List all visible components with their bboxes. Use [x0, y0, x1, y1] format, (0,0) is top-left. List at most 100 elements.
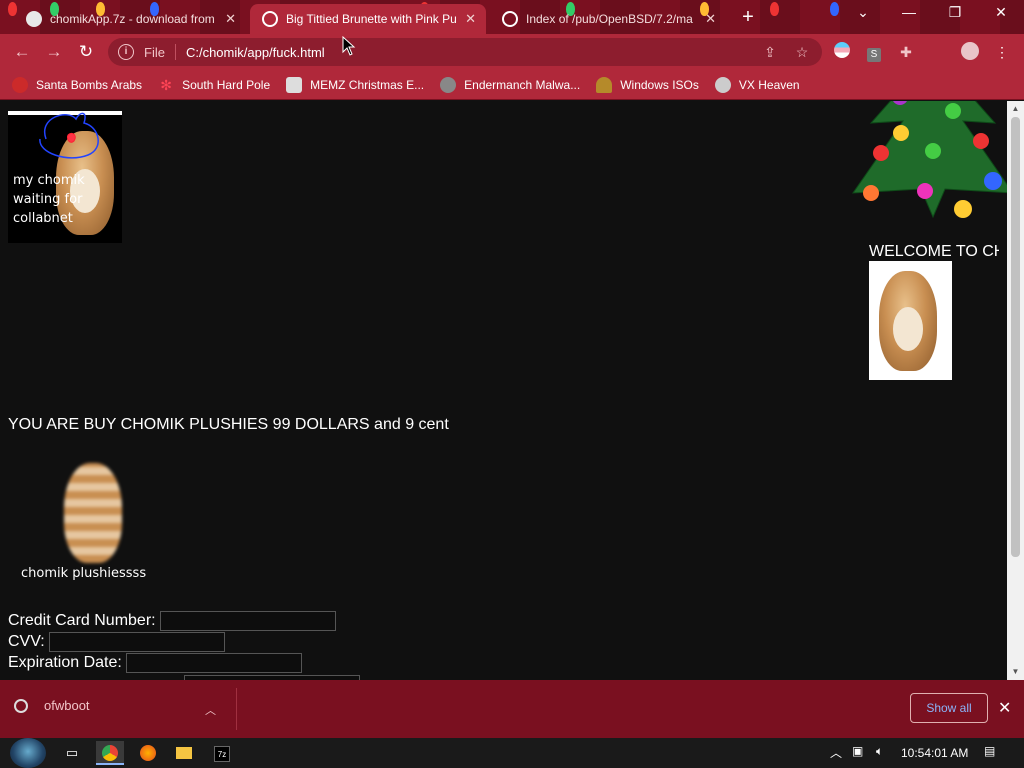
christmas-light-icon [830, 2, 839, 16]
expiration-input[interactable] [125, 653, 302, 673]
cvv-input[interactable] [48, 632, 225, 652]
extension-s-icon[interactable]: S [864, 42, 884, 62]
chomik-image: my chomik waiting for collabnet [8, 111, 122, 243]
firefox-taskbar-icon[interactable] [134, 741, 162, 765]
bookmark-label: VX Heaven [738, 77, 800, 92]
profile-avatar-icon[interactable] [960, 42, 980, 62]
expiration-row: Expiration Date: [8, 653, 302, 673]
screen: chomikApp.7z - download from ✕ Big Titti… [0, 0, 1024, 768]
bookmark-endermanch-malware[interactable]: Endermanch Malwa... [440, 76, 581, 93]
windows-taskbar: ▭ 7z ︿ ▣ 🔈︎ 10:54:01 AM ▤ [0, 738, 1024, 768]
close-tab-icon[interactable]: ✕ [705, 11, 716, 27]
plushie-caption: chomik plushiessss [21, 566, 147, 581]
menu-kebab-icon[interactable]: ⋮ [992, 42, 1012, 62]
chrome-taskbar-icon[interactable] [96, 741, 124, 765]
network-icon[interactable]: ▣ [852, 744, 863, 758]
welcome-text: WELCOME TO CH [869, 243, 999, 260]
bookmark-star-icon[interactable]: ☆ [792, 42, 812, 62]
santa-icon [12, 76, 28, 93]
hamster-photo [869, 261, 952, 380]
page-scrollbar[interactable]: ▲ ▼ [1007, 101, 1024, 680]
bookmark-memz-christmas[interactable]: MEMZ Christmas E... [286, 76, 425, 93]
file-scheme-label: File [144, 44, 165, 60]
expiration-label: Expiration Date: [8, 654, 122, 671]
snowflake-icon: ✻ [160, 76, 172, 93]
download-item[interactable]: ofwboot [14, 698, 90, 713]
bookmark-vx-heaven[interactable]: VX Heaven [714, 76, 800, 93]
info-icon[interactable]: i [118, 44, 134, 60]
bookmark-label: Windows ISOs [620, 77, 699, 92]
tab-openbsd[interactable]: Index of /pub/OpenBSD/7.2/ma ✕ [490, 4, 726, 34]
christmas-tree-image [852, 101, 1007, 219]
close-window-button[interactable]: ✕ [986, 4, 1016, 21]
extension-flag-icon[interactable] [832, 42, 852, 62]
back-button[interactable]: ← [10, 40, 34, 64]
tab-active-page[interactable]: Big Tittied Brunette with Pink Pus ✕ [250, 4, 486, 34]
tab-strip: chomikApp.7z - download from ✕ Big Titti… [0, 0, 1024, 34]
url-text[interactable]: C:/chomik/app/fuck.html [186, 45, 325, 60]
extensions-puzzle-icon[interactable]: ✚ [896, 42, 916, 62]
skull-icon [714, 76, 731, 93]
cat-icon [440, 76, 457, 93]
divider [174, 44, 176, 60]
web-page: my chomik waiting for collabnet WELCOME … [0, 101, 1007, 680]
bookmarks-bar: Santa Bombs Arabs ✻ South Hard Pole MEMZ… [0, 70, 1024, 100]
close-download-bar-icon[interactable]: ✕ [998, 698, 1011, 718]
divider [236, 688, 237, 730]
clock[interactable]: 10:54:01 AM [901, 746, 968, 760]
volume-icon[interactable]: 🔈︎ [876, 744, 883, 759]
address-bar[interactable]: i File C:/chomik/app/fuck.html [108, 38, 822, 66]
show-all-button[interactable]: Show all [910, 693, 988, 723]
tab-title: Index of /pub/OpenBSD/7.2/ma [526, 12, 693, 26]
cvv-label: CVV: [8, 633, 45, 650]
file-explorer-taskbar-icon[interactable] [170, 741, 198, 765]
memz-icon [286, 76, 303, 93]
new-tab-button[interactable]: + [738, 6, 758, 29]
bookmark-label: Santa Bombs Arabs [36, 77, 143, 92]
bookmark-santa-bombs-arabs[interactable]: Santa Bombs Arabs [12, 76, 143, 93]
minimize-button[interactable]: — [894, 4, 924, 20]
close-tab-icon[interactable]: ✕ [225, 11, 236, 27]
chomik-caption: my chomik waiting for collabnet [13, 173, 85, 226]
hamster-belly [893, 307, 923, 351]
hamster-figure [64, 463, 122, 563]
tab-title: chomikApp.7z - download from [50, 12, 215, 26]
bookmark-south-hard-pole[interactable]: ✻ South Hard Pole [158, 77, 270, 93]
tab-chomikapp[interactable]: chomikApp.7z - download from ✕ [14, 4, 246, 34]
chevron-up-icon[interactable]: ︿ [205, 702, 216, 718]
plushie-image [40, 461, 124, 565]
credit-card-label: Credit Card Number: [8, 612, 156, 629]
start-button[interactable] [10, 738, 46, 768]
trophy-icon [596, 76, 613, 93]
browser-toolbar: ← → ↻ i File C:/chomik/app/fuck.html ⇪ ☆… [0, 34, 1024, 70]
credit-card-input[interactable] [159, 611, 336, 631]
purchase-headline: YOU ARE BUY CHOMIK PLUSHIES 99 DOLLARS a… [8, 416, 449, 433]
bookmark-label: MEMZ Christmas E... [310, 77, 425, 92]
notifications-icon[interactable]: ▤ [984, 744, 995, 758]
maximize-button[interactable]: ❐ [940, 4, 970, 21]
christmas-light-icon [770, 2, 779, 16]
bookmark-windows-isos[interactable]: Windows ISOs [596, 76, 699, 93]
scroll-up-arrow-icon[interactable]: ▲ [1010, 104, 1021, 113]
hamster-figure [879, 271, 937, 371]
close-tab-icon[interactable]: ✕ [465, 11, 476, 27]
share-icon[interactable]: ⇪ [760, 42, 780, 62]
bookmark-label: Endermanch Malwa... [464, 77, 581, 92]
download-filename: ofwboot [44, 698, 90, 713]
reload-button[interactable]: ↻ [74, 40, 98, 64]
tab-search-button[interactable]: ⌄ [848, 4, 878, 21]
tray-chevron-icon[interactable]: ︿ [830, 744, 842, 761]
download-progress-icon [14, 698, 28, 713]
globe-favicon-icon [262, 11, 278, 27]
scrollbar-thumb[interactable] [1011, 117, 1020, 557]
bookmark-label: South Hard Pole [182, 77, 271, 92]
tab-title: Big Tittied Brunette with Pink Pus [286, 12, 458, 26]
cloud-favicon-icon [26, 11, 42, 27]
scroll-down-arrow-icon[interactable]: ▼ [1010, 667, 1021, 676]
forward-button[interactable]: → [42, 40, 66, 64]
globe-favicon-icon [502, 11, 518, 27]
task-view-icon[interactable]: ▭ [58, 741, 86, 765]
download-bar: ofwboot ︿ Show all ✕ [0, 680, 1024, 738]
cvv-row: CVV: [8, 632, 225, 652]
7zip-taskbar-icon[interactable]: 7z [208, 741, 236, 765]
